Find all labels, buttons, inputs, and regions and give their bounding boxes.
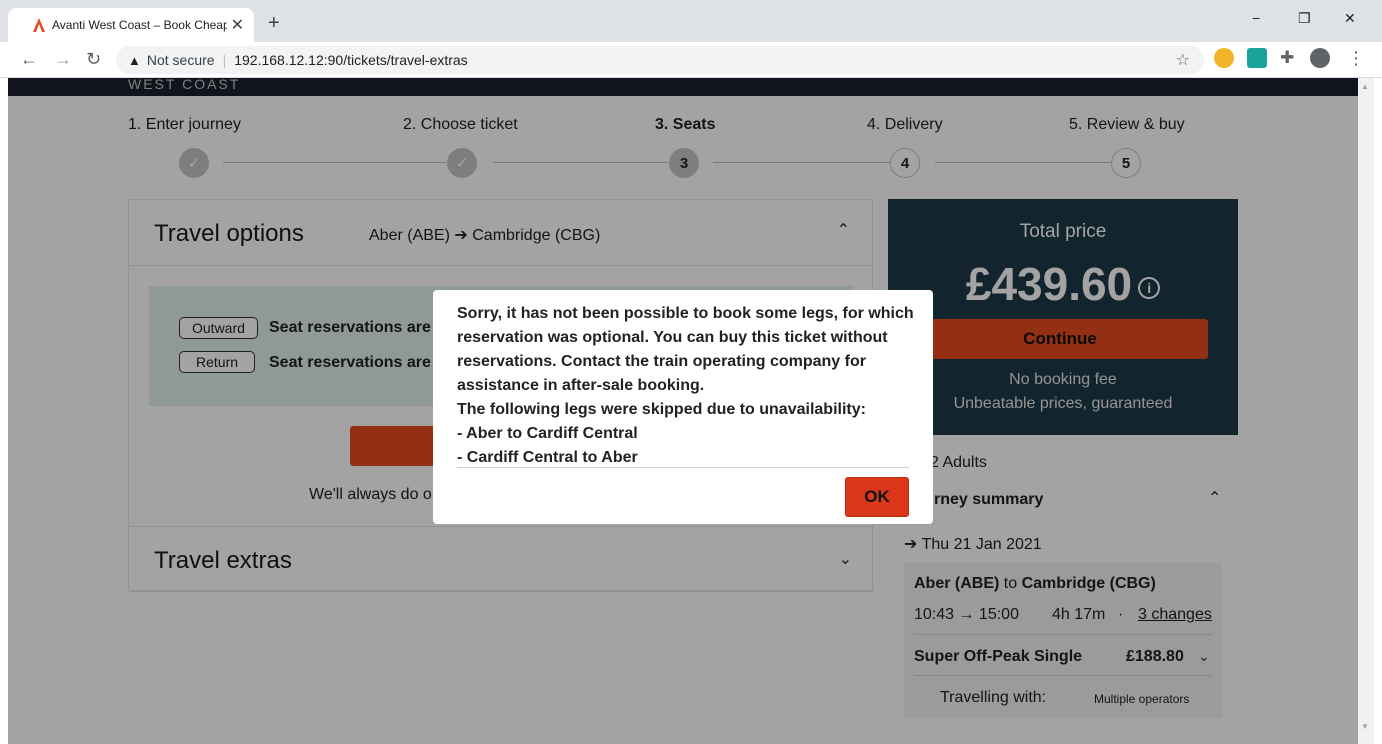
menu-kebab-icon[interactable]: ⋮ bbox=[1347, 48, 1365, 69]
bookmark-star-icon[interactable]: ☆ bbox=[1176, 50, 1190, 70]
browser-tab[interactable]: Avanti West Coast – Book Cheap ✕ bbox=[8, 8, 254, 42]
puzzle-icon[interactable]: ✚ bbox=[1280, 48, 1294, 68]
browser-tab-bar: Avanti West Coast – Book Cheap ✕ + − ❐ ✕ bbox=[0, 0, 1382, 42]
warning-icon: ▲ bbox=[128, 52, 141, 68]
scroll-up-icon[interactable]: ▲ bbox=[1361, 82, 1369, 91]
dialog-divider bbox=[457, 467, 909, 468]
dialog-line: reservation was optional. You can buy th… bbox=[457, 329, 888, 346]
dialog-line: assistance in after-sale booking. bbox=[457, 377, 705, 394]
separator: | bbox=[222, 52, 227, 68]
new-tab-button[interactable]: + bbox=[268, 12, 280, 35]
dialog-line: Sorry, it has not been possible to book … bbox=[457, 305, 914, 322]
dialog-line: - Aber to Cardiff Central bbox=[457, 425, 638, 442]
tab-close-icon[interactable]: ✕ bbox=[231, 15, 244, 35]
page-scrollbar[interactable]: ▲ ▼ bbox=[1358, 78, 1374, 744]
minimize-button[interactable]: − bbox=[1252, 10, 1260, 26]
scroll-down-icon[interactable]: ▼ bbox=[1361, 722, 1369, 731]
avanti-logo-icon bbox=[33, 18, 45, 32]
url-text[interactable]: 192.168.12.12:90/tickets/travel-extras bbox=[234, 52, 467, 68]
ok-button[interactable]: OK bbox=[845, 477, 909, 517]
back-arrow-icon[interactable]: ← bbox=[20, 49, 38, 70]
extension-icon[interactable] bbox=[1247, 48, 1267, 68]
reload-icon[interactable]: ↻ bbox=[86, 49, 101, 70]
dialog-message: Sorry, it has not been possible to book … bbox=[457, 302, 917, 470]
window-close-button[interactable]: ✕ bbox=[1344, 10, 1356, 27]
address-bar[interactable]: ▲ Not secure | 192.168.12.12:90/tickets/… bbox=[116, 46, 1204, 74]
tab-title: Avanti West Coast – Book Cheap bbox=[52, 18, 227, 32]
restore-button[interactable]: ❐ bbox=[1298, 10, 1311, 27]
forward-arrow-icon[interactable]: → bbox=[54, 49, 72, 70]
alert-dialog: Sorry, it has not been possible to book … bbox=[433, 290, 933, 524]
dialog-line: The following legs were skipped due to u… bbox=[457, 401, 866, 418]
profile-avatar-icon[interactable] bbox=[1310, 48, 1330, 68]
dialog-line: reservations. Contact the train operatin… bbox=[457, 353, 866, 370]
extension-icon[interactable] bbox=[1214, 48, 1234, 68]
not-secure-label: Not secure bbox=[146, 52, 215, 68]
browser-toolbar: ← → ↻ ▲ Not secure | 192.168.12.12:90/ti… bbox=[0, 42, 1382, 78]
